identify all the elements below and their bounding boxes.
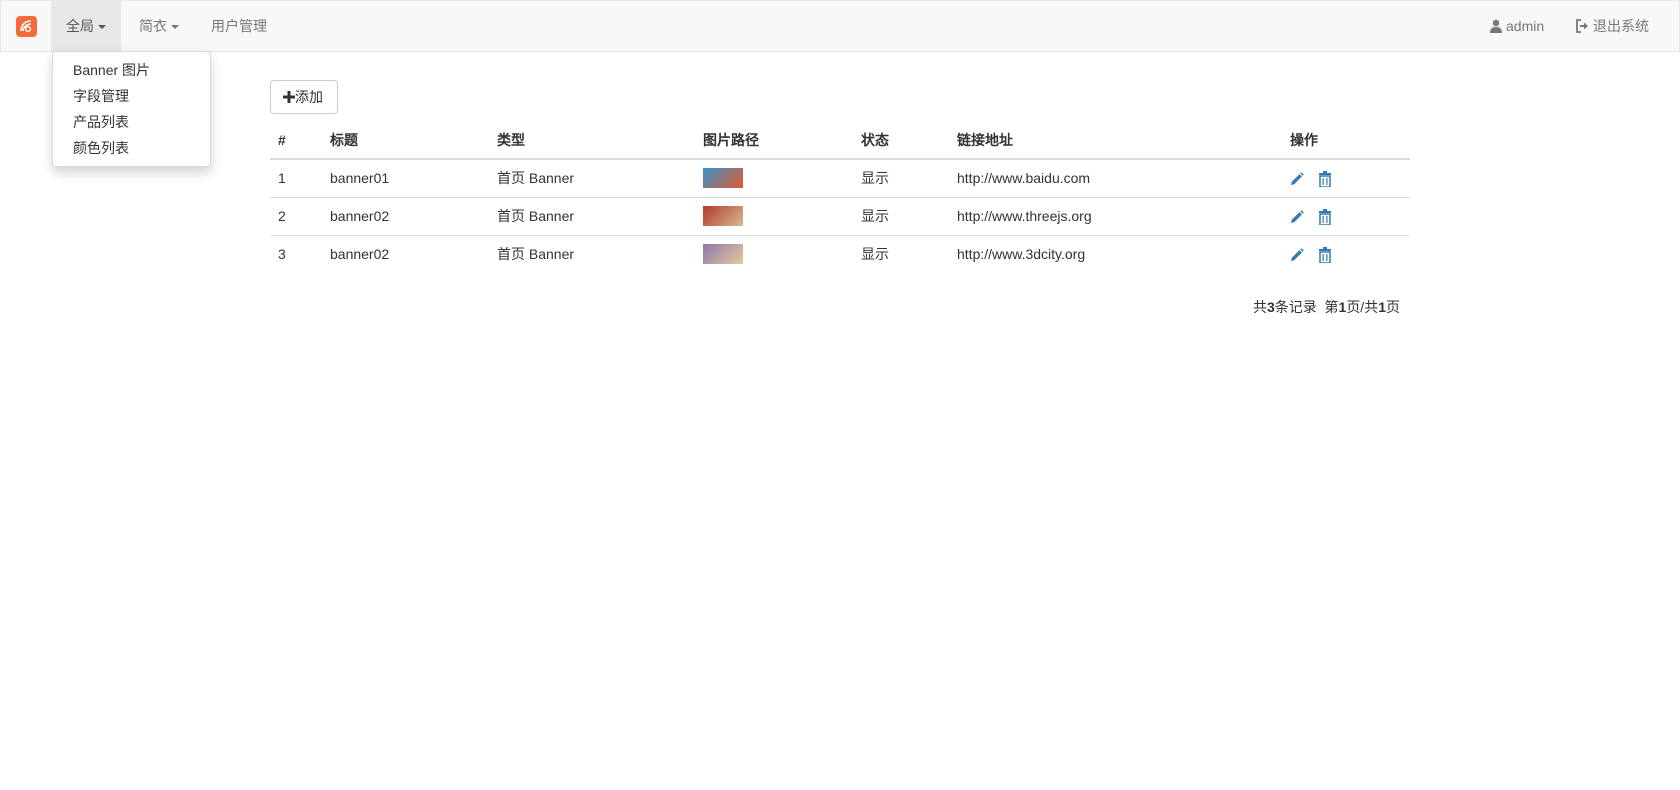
global-dropdown-menu: Banner 图片 字段管理 产品列表 颜色列表 — [52, 51, 211, 167]
cell-type: 首页 Banner — [489, 234, 695, 273]
table-header-row: # 标题 类型 图片路径 状态 链接地址 操作 — [270, 121, 1410, 160]
trash-icon[interactable] — [1318, 246, 1332, 264]
logout-icon — [1576, 19, 1588, 33]
pagination-info: 共3条记录 第1页/共1页 — [1253, 297, 1400, 317]
cell-actions — [1282, 196, 1410, 235]
cell-link: http://www.baidu.com — [949, 158, 1282, 197]
cell-type: 首页 Banner — [489, 196, 695, 235]
banner-thumbnail[interactable] — [703, 244, 743, 265]
nav-item-global[interactable]: 全局 — [51, 1, 121, 51]
cell-title: banner01 — [322, 158, 489, 197]
nav-item-user-management[interactable]: 用户管理 — [196, 1, 282, 51]
dropdown-item-banner[interactable]: Banner 图片 — [53, 57, 210, 83]
logo-icon — [20, 20, 32, 33]
cell-status: 显示 — [853, 196, 949, 235]
nav-item-label: 全局 — [66, 18, 94, 34]
logout-label: 退出系统 — [1593, 18, 1649, 34]
chevron-down-icon — [98, 25, 106, 30]
cell-type: 首页 Banner — [489, 158, 695, 197]
cell-id: 1 — [270, 158, 322, 197]
cell-image — [695, 234, 853, 273]
cell-image — [695, 196, 853, 235]
nav-item-jianyi[interactable]: 简衣 — [124, 1, 194, 51]
dropdown-item-products[interactable]: 产品列表 — [53, 109, 210, 135]
user-icon — [1490, 19, 1502, 33]
edit-icon[interactable] — [1290, 172, 1304, 186]
pager-text: 条记录 — [1274, 299, 1317, 315]
table-row: 3 banner02 首页 Banner 显示 http://www.3dcit… — [270, 234, 1410, 273]
cell-id: 2 — [270, 196, 322, 235]
column-header: 标题 — [322, 121, 489, 160]
chevron-down-icon — [171, 25, 179, 30]
user-label: admin — [1506, 18, 1545, 34]
cell-status: 显示 — [853, 158, 949, 197]
table-row: 2 banner02 首页 Banner 显示 http://www.three… — [270, 196, 1410, 235]
brand-logo[interactable] — [16, 16, 37, 37]
logout-link[interactable]: 退出系统 — [1575, 1, 1649, 51]
cell-image — [695, 158, 853, 197]
edit-icon[interactable] — [1290, 209, 1304, 224]
cell-title: banner02 — [322, 196, 489, 235]
column-header: # — [270, 121, 322, 160]
trash-icon[interactable] — [1318, 170, 1332, 188]
column-header: 操作 — [1282, 121, 1410, 160]
column-header: 状态 — [853, 121, 949, 160]
nav-item-label: 用户管理 — [211, 18, 267, 34]
nav-item-label: 简衣 — [139, 18, 167, 34]
cell-actions — [1282, 234, 1410, 273]
pager-text: 页 — [1386, 299, 1400, 315]
banner-thumbnail[interactable] — [703, 206, 743, 226]
pager-text: 第 — [1324, 299, 1339, 315]
banner-table: # 标题 类型 图片路径 状态 链接地址 操作 1 banner01 首页 Ba… — [270, 121, 1410, 273]
pager-text: 页/共 — [1346, 299, 1379, 315]
dropdown-item-fields[interactable]: 字段管理 — [53, 83, 210, 109]
add-button[interactable]: 添加 — [270, 80, 338, 114]
pager-text: 共 — [1252, 299, 1267, 315]
user-menu[interactable]: admin — [1489, 1, 1544, 51]
cell-id: 3 — [270, 234, 322, 273]
cell-title: banner02 — [322, 234, 489, 273]
add-button-label: 添加 — [295, 89, 323, 105]
column-header: 图片路径 — [695, 121, 853, 160]
top-navbar: 全局 简衣 用户管理 admin 退出系统 — [0, 0, 1680, 52]
edit-icon[interactable] — [1290, 248, 1304, 262]
total-pages: 1 — [1378, 299, 1386, 315]
table-row: 1 banner01 首页 Banner 显示 http://www.baidu… — [270, 158, 1410, 197]
banner-thumbnail[interactable] — [703, 168, 743, 189]
column-header: 类型 — [489, 121, 695, 160]
cell-status: 显示 — [853, 234, 949, 273]
cell-link: http://www.3dcity.org — [949, 234, 1282, 273]
column-header: 链接地址 — [949, 121, 1282, 160]
dropdown-item-colors[interactable]: 颜色列表 — [53, 135, 210, 161]
plus-icon — [283, 91, 295, 103]
cell-link: http://www.threejs.org — [949, 196, 1282, 235]
cell-actions — [1282, 158, 1410, 197]
trash-icon[interactable] — [1318, 208, 1332, 226]
record-count: 3 — [1266, 299, 1275, 315]
